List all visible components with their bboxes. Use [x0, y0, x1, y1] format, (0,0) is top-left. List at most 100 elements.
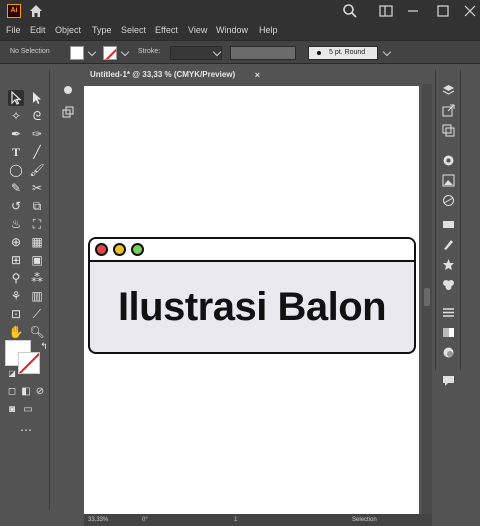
scissors-icon[interactable]: ✂	[29, 180, 45, 196]
rotate-icon[interactable]: ↺	[8, 198, 24, 214]
control-bar: No Selection Stroke: 5 pt. Round	[0, 40, 480, 64]
close-window-icon[interactable]	[462, 3, 478, 19]
search-icon[interactable]	[342, 3, 358, 19]
artboard-number[interactable]: 1	[234, 517, 237, 523]
artboard-icon[interactable]: ⊡	[8, 306, 24, 322]
ellipse-icon[interactable]: ◯	[8, 162, 24, 178]
minimize-icon[interactable]	[405, 3, 421, 19]
illustrator-window: Ai File Edit Object Type Select Effect V…	[0, 0, 480, 526]
transparency-icon[interactable]	[442, 346, 455, 359]
warp-icon[interactable]: ♨	[8, 216, 24, 232]
fill-dropdown-icon[interactable]	[87, 47, 97, 57]
free-transform-icon[interactable]: ⛶	[29, 216, 45, 232]
curvature-icon[interactable]: ✑	[29, 126, 45, 142]
none-mode-icon[interactable]: ⊘	[32, 384, 48, 400]
tool-mode: Selection	[352, 517, 377, 523]
fill-swatch[interactable]	[70, 46, 84, 60]
layers-icon[interactable]	[442, 84, 455, 97]
stroke-label: Stroke:	[138, 48, 161, 55]
illustration-title: Ilustrasi Balon	[117, 285, 387, 329]
shape-builder-icon[interactable]: ⊕	[8, 234, 24, 250]
variable-width-field[interactable]	[230, 46, 296, 60]
red-dot	[95, 243, 108, 256]
export-icon[interactable]	[442, 104, 455, 117]
magic-wand-icon[interactable]: ✧	[8, 108, 24, 124]
mesh-icon[interactable]: ⊞	[8, 252, 24, 268]
document-tab[interactable]: Untitled-1* @ 33,33 % (CMYK/Preview) ×	[84, 66, 268, 84]
brush-dot-icon	[317, 51, 321, 55]
symbols-icon[interactable]	[442, 258, 455, 271]
menu-effect[interactable]: Effect	[155, 25, 178, 35]
rotation-value[interactable]: 0°	[142, 517, 148, 523]
menu-bar: File Edit Object Type Select Effect View…	[0, 22, 480, 40]
selection-status: No Selection	[10, 48, 50, 55]
yellow-dot	[113, 243, 126, 256]
artboards-icon[interactable]	[442, 124, 455, 137]
layers-mini-icon[interactable]	[62, 106, 74, 118]
hand-icon[interactable]: ✋	[8, 324, 24, 340]
comments-icon[interactable]	[442, 374, 455, 387]
eyedropper-icon[interactable]: ⚲	[8, 270, 24, 286]
cc-libraries-icon[interactable]	[442, 154, 455, 167]
window-illustration[interactable]: Ilustrasi Balon	[88, 237, 416, 354]
menu-view[interactable]: View	[188, 25, 207, 35]
window-title-bar	[90, 239, 414, 262]
default-colors-icon[interactable]: ◪	[4, 366, 20, 382]
left-mini-panel	[57, 70, 80, 130]
image-trace-icon[interactable]	[442, 174, 455, 187]
tools-panel: ✧ ᘓ ✒ ✑ T ╱ ◯ 🖌 ✎ ✂ ↺ ⧉ ♨ ⛶ ⊕ ▦ ⊞ ▣ ⚲ ⁂ …	[0, 70, 50, 510]
selection-tool-icon[interactable]	[8, 90, 24, 106]
zoom-level[interactable]: 33,33%	[88, 517, 108, 523]
title-bar: Ai	[0, 0, 480, 22]
right-secondary-dock	[460, 70, 480, 370]
brush-label: 5 pt. Round	[329, 49, 366, 56]
home-icon[interactable]	[29, 4, 43, 18]
brush-dropdown-icon[interactable]	[382, 47, 392, 57]
blend-icon[interactable]: ⁂	[29, 270, 45, 286]
menu-type[interactable]: Type	[92, 25, 112, 35]
align-icon[interactable]	[442, 306, 455, 319]
symbol-sprayer-icon[interactable]: ⚘	[8, 288, 24, 304]
direct-selection-tool-icon[interactable]	[29, 90, 45, 106]
lasso-icon[interactable]: ᘓ	[29, 108, 45, 124]
close-document-icon[interactable]: ×	[255, 66, 260, 84]
properties-icon[interactable]	[62, 84, 74, 96]
pencil-icon[interactable]: ✎	[8, 180, 24, 196]
menu-file[interactable]: File	[6, 25, 21, 35]
line-icon[interactable]: ╱	[29, 144, 45, 160]
graphic-styles-icon[interactable]	[442, 194, 455, 207]
appearance-icon[interactable]	[442, 278, 455, 291]
menu-window[interactable]: Window	[216, 25, 248, 35]
menu-select[interactable]: Select	[121, 25, 146, 35]
swatches-icon[interactable]	[442, 218, 455, 231]
scale-icon[interactable]: ⧉	[29, 198, 45, 214]
document-title: Untitled-1* @ 33,33 % (CMYK/Preview)	[90, 70, 236, 79]
green-dot	[131, 243, 144, 256]
brush-definition-field[interactable]: 5 pt. Round	[308, 46, 378, 60]
gradient-icon[interactable]: ▣	[29, 252, 45, 268]
stroke-swatch[interactable]	[103, 46, 117, 60]
type-icon[interactable]: T	[8, 144, 24, 160]
draw-mode-icon[interactable]: ◙	[4, 402, 20, 418]
pen-icon[interactable]: ✒	[8, 126, 24, 142]
workspace-icon[interactable]	[378, 3, 394, 19]
status-bar: 33,33% 0° 1 Selection	[84, 514, 432, 526]
menu-help[interactable]: Help	[259, 25, 278, 35]
menu-edit[interactable]: Edit	[30, 25, 46, 35]
more-tools-icon[interactable]: ⋯	[18, 422, 34, 438]
menu-object[interactable]: Object	[55, 25, 81, 35]
stroke-color-box[interactable]	[18, 352, 40, 374]
scrollbar-thumb[interactable]	[424, 288, 430, 306]
swap-colors-icon[interactable]: ↰	[36, 338, 52, 354]
stroke-dropdown-icon[interactable]	[120, 47, 130, 57]
right-panel-dock	[435, 70, 459, 386]
gradient-panel-icon[interactable]	[442, 326, 455, 339]
app-logo: Ai	[7, 4, 21, 18]
graph-icon[interactable]: ▥	[29, 288, 45, 304]
perspective-icon[interactable]: ▦	[29, 234, 45, 250]
screen-mode-icon[interactable]: ▭	[20, 402, 36, 418]
brushes-icon[interactable]	[442, 238, 455, 251]
paintbrush-icon[interactable]: 🖌	[29, 162, 45, 178]
slice-icon[interactable]: ⟋	[29, 306, 45, 322]
maximize-icon[interactable]	[435, 3, 451, 19]
